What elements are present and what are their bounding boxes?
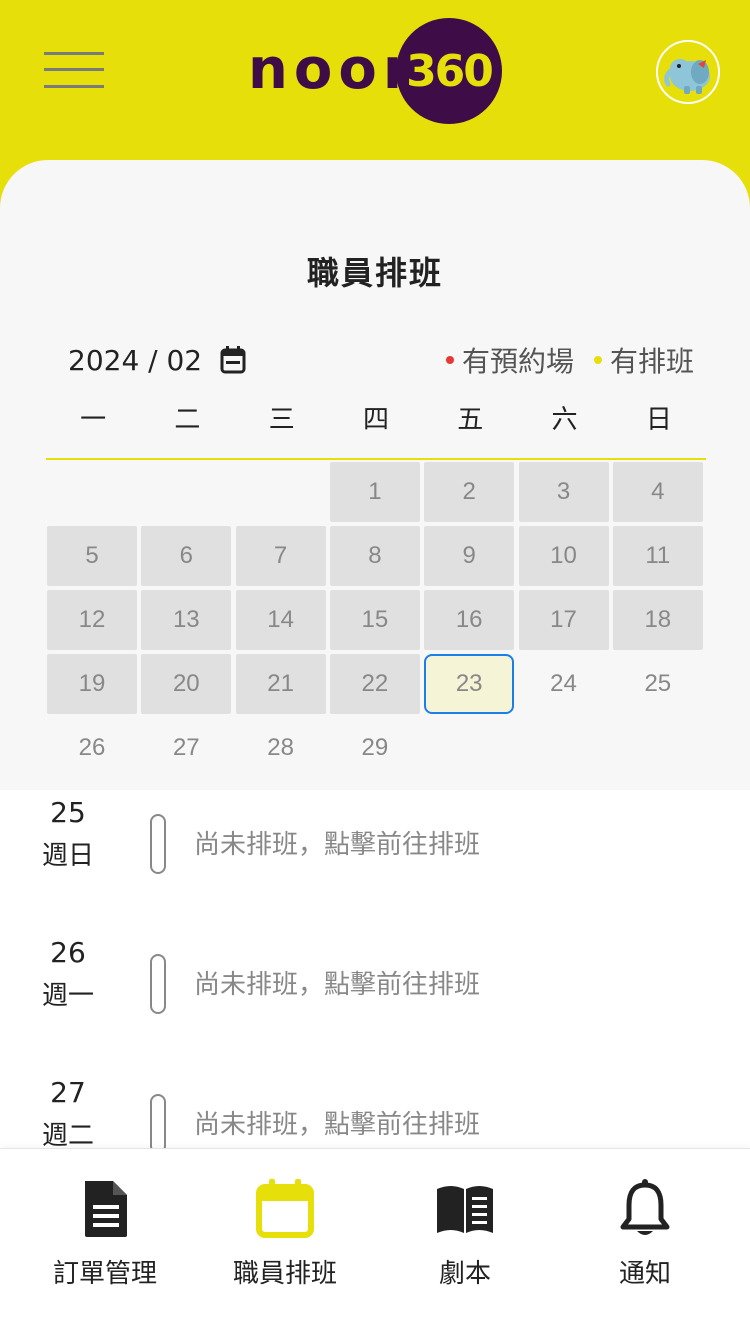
tab-label: 通知 (618, 1259, 671, 1289)
calendar-day[interactable]: 4 (612, 462, 703, 522)
schedule-date: 26 週一 (38, 936, 98, 1016)
schedule-weekday: 週一 (41, 981, 94, 1011)
schedule-row[interactable]: 25 週日 尚未排班，點擊前往排班 (0, 790, 750, 890)
calendar-day-today[interactable]: 23 (424, 654, 515, 714)
calendar-day[interactable]: 18 (612, 590, 703, 650)
calendar-day[interactable]: 24 (519, 654, 609, 714)
tab-label: 劇本 (438, 1259, 491, 1289)
schedule-list: 25 週日 尚未排班，點擊前往排班 26 週一 尚未排班，點擊前往排班 27 週二 尚未排班，點… (0, 790, 750, 1148)
weekday-label: 日 (645, 405, 672, 435)
calendar-day[interactable]: 29 (330, 718, 420, 778)
legend-label: 有預約場 (461, 345, 574, 378)
weekday-header: 一 二 三 四 五 六 日 (46, 398, 706, 460)
document-icon (85, 1181, 127, 1237)
schedule-status-link[interactable]: 尚未排班，點擊前往排班 (194, 964, 480, 1001)
bottom-tab-bar: 訂單管理 職員排班 劇本 通知 (0, 1148, 750, 1334)
menu-line (44, 52, 104, 55)
schedule-day-number: 27 (50, 1076, 86, 1109)
tab-label: 訂單管理 (52, 1259, 157, 1289)
schedule-day-number: 26 (50, 936, 86, 969)
menu-button[interactable] (44, 52, 104, 88)
weekday-label: 六 (551, 405, 578, 435)
calendar-day[interactable]: 1 (329, 462, 420, 522)
calendar-day[interactable]: 2 (424, 462, 515, 522)
calendar-day[interactable]: 19 (47, 654, 137, 714)
calendar-day[interactable]: 8 (329, 526, 420, 586)
calendar-day[interactable]: 13 (141, 590, 232, 650)
avatar[interactable] (656, 40, 720, 104)
avatar-icon (664, 59, 710, 94)
legend-dot-red (445, 356, 454, 364)
book-icon (437, 1186, 493, 1233)
schedule-weekday: 週日 (41, 841, 94, 871)
calendar-picker-icon[interactable] (220, 346, 246, 374)
calendar-day[interactable]: 25 (613, 654, 703, 714)
schedule-status-link[interactable]: 尚未排班，點擊前往排班 (194, 824, 480, 861)
logo-badge: 360 (396, 18, 502, 124)
calendar-day[interactable]: 11 (612, 526, 703, 586)
month-label: 2024 / 02 (68, 343, 203, 377)
legend-scheduled: 有排班 (593, 340, 694, 380)
calendar-day[interactable]: 15 (329, 590, 420, 650)
schedule-indicator (150, 814, 166, 874)
legend-label: 有排班 (609, 345, 694, 378)
calendar-day[interactable]: 28 (236, 718, 326, 778)
weekday-label: 一 (80, 405, 107, 435)
calendar-day[interactable]: 3 (518, 462, 609, 522)
schedule-weekday: 週二 (41, 1121, 94, 1148)
calendar-day[interactable]: 7 (235, 526, 326, 586)
weekday-label: 二 (174, 405, 201, 435)
calendar-day[interactable]: 10 (518, 526, 609, 586)
legend-booked: 有預約場 (445, 340, 574, 380)
menu-line (44, 85, 104, 88)
tab-scripts[interactable]: 劇本 (375, 1149, 555, 1334)
calendar-day[interactable]: 27 (141, 718, 231, 778)
tab-notifications[interactable]: 通知 (555, 1149, 735, 1334)
calendar-day[interactable]: 12 (47, 590, 137, 650)
schedule-row[interactable]: 26 週一 尚未排班，點擊前往排班 (0, 910, 750, 1030)
menu-line (44, 68, 104, 71)
schedule-day-number: 25 (50, 796, 86, 829)
calendar-day[interactable]: 16 (424, 590, 515, 650)
schedule-date: 27 週二 (38, 1076, 98, 1148)
weekday-label: 五 (457, 405, 484, 435)
schedule-indicator (150, 954, 166, 1014)
schedule-indicator (150, 1094, 166, 1148)
calendar-day[interactable]: 26 (47, 718, 137, 778)
tab-staff-schedule[interactable]: 職員排班 (195, 1149, 375, 1334)
calendar-icon (256, 1179, 314, 1238)
tab-orders[interactable]: 訂單管理 (15, 1149, 195, 1334)
calendar-day[interactable]: 21 (235, 654, 326, 714)
calendar-day[interactable]: 22 (329, 654, 420, 714)
calendar-legend: 有預約場 有排班 (426, 338, 694, 382)
weekday-label: 三 (268, 405, 295, 435)
brand-logo[interactable]: noon 360 (248, 18, 508, 124)
bell-icon (620, 1179, 670, 1235)
weekday-label: 四 (362, 405, 389, 435)
calendar-day[interactable]: 9 (424, 526, 515, 586)
page-title: 職員排班 (306, 254, 443, 292)
month-selector[interactable]: 2024 / 02 (68, 338, 246, 382)
tab-label: 職員排班 (232, 1259, 337, 1289)
calendar-day[interactable]: 5 (47, 526, 137, 586)
calendar-day[interactable]: 14 (235, 590, 326, 650)
legend-dot-yellow (593, 356, 602, 364)
schedule-date: 25 週日 (38, 796, 98, 876)
calendar-day[interactable]: 20 (141, 654, 232, 714)
calendar-day[interactable]: 6 (141, 526, 232, 586)
schedule-status-link[interactable]: 尚未排班，點擊前往排班 (194, 1104, 480, 1141)
schedule-row[interactable]: 27 週二 尚未排班，點擊前往排班 (0, 1050, 750, 1148)
calendar-day[interactable]: 17 (518, 590, 609, 650)
